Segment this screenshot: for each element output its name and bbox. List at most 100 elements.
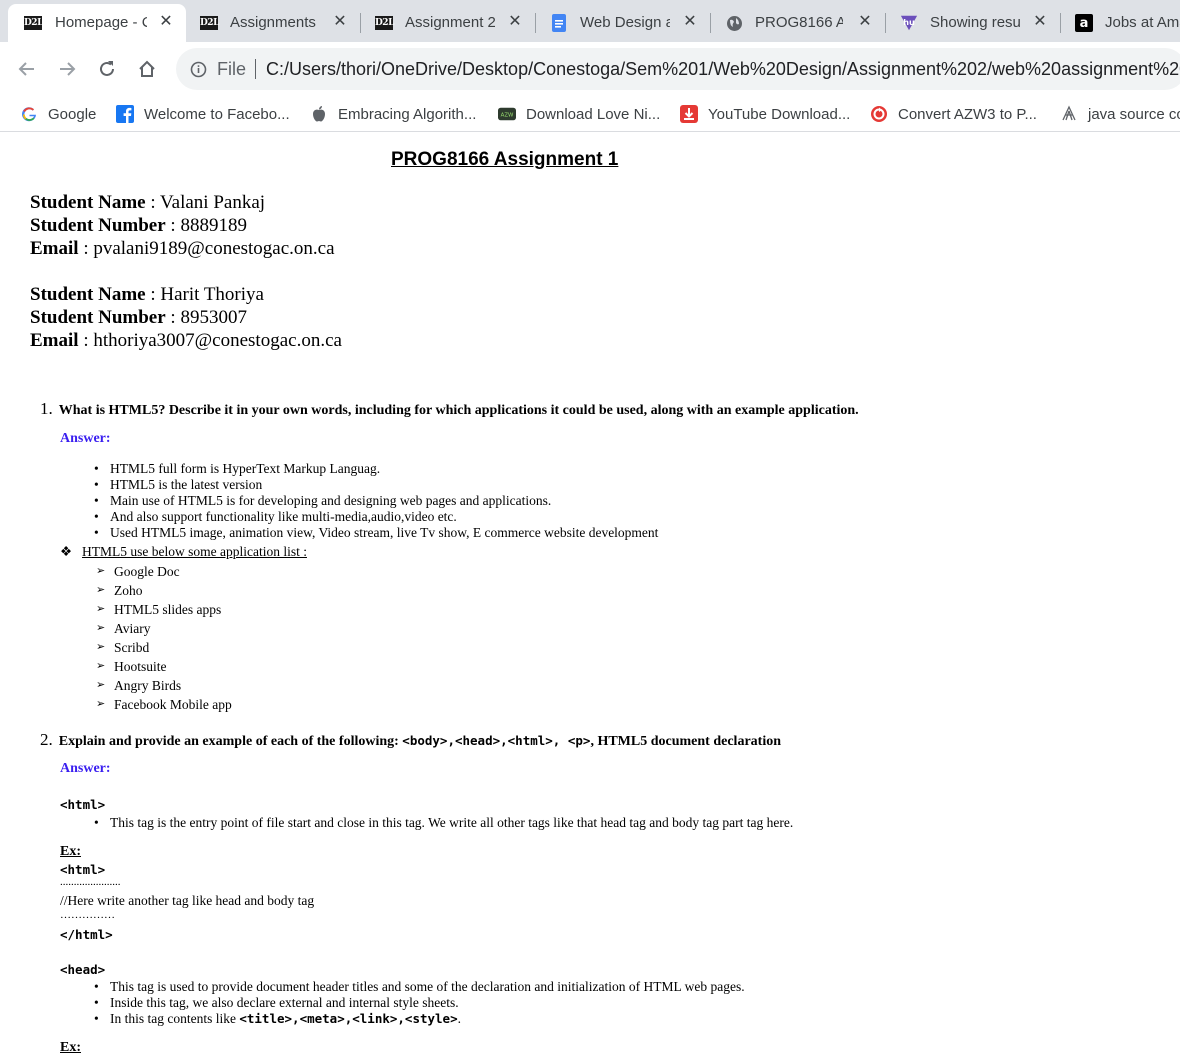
- info-icon[interactable]: [190, 61, 207, 78]
- list-item-text: In this tag contents like: [110, 1011, 240, 1026]
- student-info-1: Student Name : Valani Pankaj Student Num…: [30, 191, 335, 260]
- student-number-value: 8953007: [180, 307, 247, 328]
- question-number: 1.: [40, 399, 53, 418]
- bookmark-label: YouTube Download...: [708, 105, 851, 123]
- question-text: What is HTML5? Describe it in your own w…: [58, 403, 859, 418]
- close-icon[interactable]: ✕: [1032, 13, 1048, 31]
- example-comment: //Here write another tag like head and b…: [60, 893, 315, 908]
- list-item: HTML5 slides apps: [96, 600, 232, 619]
- close-icon[interactable]: ✕: [332, 13, 348, 31]
- question-1: 1. What is HTML5? Describe it in your own…: [40, 399, 859, 419]
- list-item-code: <title>,<meta>,<link>,<style>: [239, 1011, 458, 1026]
- bookmark-label: Download Love Ni...: [526, 105, 661, 123]
- close-icon[interactable]: ✕: [507, 13, 523, 31]
- amazon-icon: a: [1075, 14, 1093, 32]
- head-tag-heading: <head>: [60, 962, 106, 977]
- student-name-value: Harit Thoriya: [160, 284, 264, 305]
- tab-prog8166[interactable]: PROG8166 As ✕: [711, 4, 886, 42]
- app-list-heading: ❖ HTML5 use below some application list :: [60, 544, 307, 560]
- student-email-row: Email : hthoriya3007@conestogac.on.ca: [30, 329, 342, 352]
- example-open-tag: <html>: [60, 862, 106, 877]
- bookmark-download-love[interactable]: AZW Download Love Ni...: [498, 104, 660, 124]
- url-text[interactable]: C:/Users/thori/OneDrive/Desktop/Conestog…: [266, 59, 1180, 80]
- separator: :: [165, 307, 181, 328]
- tab-strip: D2L Homepage - C ✕ D2L Assignments ✕ D2L…: [0, 0, 1180, 42]
- list-item: And also support functionality like mult…: [94, 509, 658, 525]
- answer-label: Answer:: [60, 431, 111, 446]
- download-site-icon: AZW: [498, 105, 516, 123]
- page-title: PROG8166 Assignment 1: [391, 149, 619, 170]
- home-icon: [139, 60, 155, 77]
- reload-button[interactable]: [93, 55, 121, 83]
- globe-icon: [725, 14, 743, 32]
- youtube-download-icon: [680, 105, 698, 123]
- student-number-label: Student Number: [30, 215, 166, 236]
- separator: :: [145, 192, 161, 213]
- tab-assignment-2[interactable]: D2L Assignment 2 ✕: [361, 4, 536, 42]
- student-number-value: 8889189: [180, 215, 247, 236]
- list-item: Aviary: [96, 619, 232, 638]
- d2l-icon: D2L: [24, 16, 43, 30]
- arrow-right-icon: [60, 62, 76, 76]
- home-button[interactable]: [133, 55, 161, 83]
- list-item-end: .: [457, 1011, 461, 1026]
- student-name-row: Student Name : Harit Thoriya: [30, 283, 342, 306]
- close-icon[interactable]: ✕: [158, 13, 174, 31]
- bookmark-convert-azw3[interactable]: Convert AZW3 to P...: [870, 104, 1037, 124]
- apple-icon: [310, 105, 328, 123]
- d2l-icon: D2L: [200, 16, 219, 30]
- back-button[interactable]: [13, 55, 41, 83]
- list-item: This tag is used to provide document hea…: [94, 979, 745, 995]
- student-email-label: Email: [30, 330, 79, 351]
- tab-assignments[interactable]: D2L Assignments ✕: [186, 4, 361, 42]
- bookmark-java-source[interactable]: java source co: [1060, 104, 1180, 124]
- example-label: Ex:: [60, 1040, 81, 1055]
- forward-button[interactable]: [53, 55, 81, 83]
- tab-title: Jobs at Ama: [1105, 14, 1180, 31]
- close-icon[interactable]: ✕: [857, 13, 873, 31]
- tab-showing-results[interactable]: hu Showing resu ✕: [886, 4, 1061, 42]
- separator: :: [145, 284, 161, 305]
- tab-title: Web Design a: [580, 14, 670, 31]
- diamond-bullet-icon: ❖: [60, 544, 73, 559]
- student-info-2: Student Name : Harit Thoriya Student Num…: [30, 283, 342, 352]
- html-tag-heading: <html>: [60, 797, 106, 812]
- address-bar[interactable]: File C:/Users/thori/OneDrive/Desktop/Con…: [176, 48, 1180, 90]
- bookmark-youtube-download[interactable]: YouTube Download...: [680, 104, 850, 124]
- student-number-label: Student Number: [30, 307, 166, 328]
- tab-title: Assignments: [230, 14, 316, 31]
- hu-icon: hu: [900, 14, 918, 32]
- answer-label: Answer:: [60, 761, 111, 776]
- tab-title: Assignment 2: [405, 14, 495, 31]
- browser-toolbar: File C:/Users/thori/OneDrive/Desktop/Con…: [0, 42, 1180, 96]
- bookmark-google[interactable]: Google: [20, 104, 96, 124]
- bookmark-facebook[interactable]: Welcome to Facebo...: [116, 104, 290, 124]
- tab-jobs-amazon[interactable]: a Jobs at Ama: [1061, 4, 1180, 42]
- bookmark-label: Convert AZW3 to P...: [898, 105, 1037, 123]
- bookmark-label: Embracing Algorith...: [338, 105, 477, 123]
- student-name-label: Student Name: [30, 284, 146, 305]
- separator: :: [78, 238, 94, 259]
- list-item: HTML5 full form is HyperText Markup Lang…: [94, 461, 658, 477]
- list-item: This tag is the entry point of file star…: [94, 815, 793, 831]
- tab-homepage[interactable]: D2L Homepage - C ✕: [8, 4, 186, 42]
- student-email-value: hthoriya3007@conestogac.on.ca: [93, 330, 342, 351]
- student-email-label: Email: [30, 238, 79, 259]
- question-number: 2.: [40, 730, 53, 749]
- svg-text:a: a: [1080, 16, 1089, 31]
- list-item: In this tag contents like <title>,<meta>…: [94, 1011, 745, 1027]
- student-email-value: pvalani9189@conestogac.on.ca: [93, 238, 335, 259]
- url-scheme: File: [217, 59, 247, 79]
- tab-web-design[interactable]: Web Design a ✕: [536, 4, 711, 42]
- url-divider: [255, 59, 256, 79]
- bookmarks-bar: Google Welcome to Facebo... Embracing Al…: [0, 96, 1180, 132]
- svg-text:hu: hu: [903, 17, 915, 27]
- bookmark-embracing-algorithms[interactable]: Embracing Algorith...: [310, 104, 476, 124]
- svg-text:AZW: AZW: [501, 113, 514, 119]
- close-icon[interactable]: ✕: [682, 13, 698, 31]
- bookmark-label: Welcome to Facebo...: [144, 105, 290, 123]
- example-label: Ex:: [60, 844, 81, 859]
- google-icon: [20, 105, 38, 123]
- d2l-icon: D2L: [375, 16, 394, 30]
- example-dots: ……………: [60, 909, 115, 921]
